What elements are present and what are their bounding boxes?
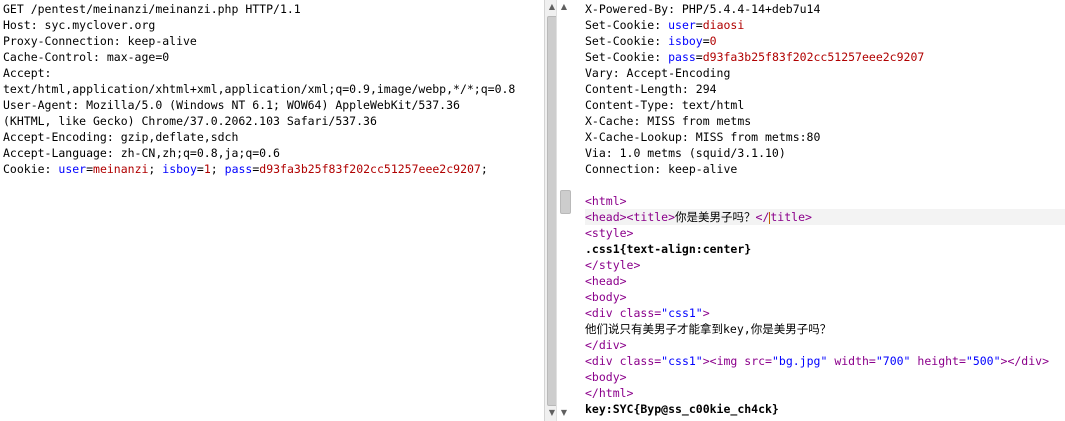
set-cookie-pass: Set-Cookie: pass=d93fa3b25f83f202cc51257… [585, 50, 925, 64]
flag-key-line: key:SYC{Byp@ss_c00kie_ch4ck} [585, 402, 779, 416]
connection-header: Connection: keep-alive [585, 162, 738, 176]
scroll-down-icon[interactable]: ▼ [559, 408, 569, 418]
vary-header: Vary: Accept-Encoding [585, 66, 731, 80]
title-text: 你是美男子吗？ [675, 210, 756, 224]
tag-end: > [702, 354, 710, 368]
set-cookie-label: Set-Cookie: [585, 50, 669, 64]
cookie-key-pass: pass [224, 162, 253, 176]
div-close-tag: </div> [1007, 354, 1049, 368]
div-open-line: <div class="css1"> [585, 305, 1065, 321]
head-open-tag: <head> [585, 210, 627, 224]
content-type-header: Content-Type: text/html [585, 98, 745, 112]
response-pane: X-Powered-By: PHP/5.4.4-14+deb7u14 Set-C… [573, 0, 1065, 421]
cache-control-header: Cache-Control: max-age=0 [3, 50, 170, 64]
height-attribute: height= [917, 354, 966, 368]
response-text: X-Powered-By: PHP/5.4.4-14+deb7u14 Set-C… [585, 1, 1065, 417]
title-close-tag: </ [755, 210, 770, 224]
height-value: "500" [965, 354, 1001, 368]
via-header: Via: 1.0 metms (squid/3.1.10) [585, 146, 786, 160]
cookie-end: ; [480, 162, 488, 176]
proxy-connection-header: Proxy-Connection: keep-alive [3, 34, 197, 48]
cookie-value-user: meinanzi [93, 162, 149, 176]
set-cookie-key: user [668, 18, 696, 32]
width-attribute: width= [834, 354, 876, 368]
set-cookie-user: Set-Cookie: user=diaosi [585, 18, 745, 32]
x-powered-by-header: X-Powered-By: PHP/5.4.4-14+deb7u14 [585, 2, 821, 16]
class-value: "css1" [661, 306, 703, 320]
response-scrollbar[interactable]: ▲ ▼ [556, 0, 573, 421]
set-cookie-label: Set-Cookie: [585, 34, 669, 48]
body-open-tag: <body> [585, 290, 627, 304]
set-cookie-key: isboy [668, 34, 703, 48]
accept-encoding-header: Accept-Encoding: gzip,deflate,sdch [3, 130, 239, 144]
x-cache-header: X-Cache: MISS from metms [585, 114, 752, 128]
set-cookie-label: Set-Cookie: [585, 18, 669, 32]
style-open-tag: <style> [585, 226, 634, 240]
title-open-tag: <title> [626, 210, 676, 224]
div-open-tag: <div [585, 306, 620, 320]
accept-header: Accept: [3, 66, 52, 80]
scroll-up-icon[interactable]: ▲ [559, 2, 569, 12]
body-close-tag: <body> [585, 370, 627, 384]
src-attribute: src= [744, 354, 772, 368]
div-open-tag: <div [585, 354, 620, 368]
img-div-line: <div class="css1"><img src="bg.jpg" widt… [585, 353, 1065, 369]
img-open-tag: <img [709, 354, 745, 368]
head-title-line: <head><title>你是美男子吗？</title> [585, 209, 1065, 225]
style-close-tag: </style> [585, 258, 641, 272]
head-close-tag: <head> [585, 274, 627, 288]
user-agent-header: User-Agent: Mozilla/5.0 (Windows NT 6.1;… [3, 98, 460, 112]
scroll-thumb[interactable] [560, 190, 571, 214]
title-close-tag: title> [770, 210, 812, 224]
set-cookie-value: diaosi [702, 18, 745, 32]
cookie-header: Cookie: user=meinanzi; isboy=1; pass=d93… [3, 162, 488, 176]
class-attribute: class= [619, 306, 662, 320]
content-length-header: Content-Length: 294 [585, 82, 717, 96]
html-close-tag: </html> [585, 386, 634, 400]
set-cookie-isboy: Set-Cookie: isboy=0 [585, 34, 717, 48]
html-open-tag: <html> [585, 194, 627, 208]
class-value: "css1" [661, 354, 703, 368]
width-value: "700" [875, 354, 911, 368]
current-line-highlight: <head><title>你是美男子吗？</title> [585, 209, 1065, 225]
src-value: "bg.jpg" [771, 354, 828, 368]
cookie-label: Cookie: [3, 162, 59, 176]
cookie-value-pass: d93fa3b25f83f202cc51257eee2c9207 [259, 162, 481, 176]
message-text: 他们说只有美男子才能拿到key,你是美男子吗？ [585, 322, 832, 336]
class-attribute: class= [619, 354, 662, 368]
user-agent-continued: (KHTML, like Gecko) Chrome/37.0.2062.103… [3, 114, 377, 128]
css-rule: .css1{text-align:center} [585, 242, 752, 256]
host-header: Host: syc.myclover.org [3, 18, 156, 32]
cookie-sep: ; [210, 162, 225, 176]
cookie-key-user: user [58, 162, 87, 176]
set-cookie-value: 0 [709, 34, 717, 48]
accept-language-header: Accept-Language: zh-CN,zh;q=0.8,ja;q=0.6 [3, 146, 280, 160]
tag-end: > [702, 306, 710, 320]
cookie-sep: ; [148, 162, 163, 176]
set-cookie-value: d93fa3b25f83f202cc51257eee2c9207 [702, 50, 925, 64]
accept-header-value: text/html,application/xhtml+xml,applicat… [3, 82, 516, 96]
request-text: GET /pentest/meinanzi/meinanzi.php HTTP/… [3, 1, 515, 177]
cookie-key-isboy: isboy [162, 162, 197, 176]
x-cache-lookup-header: X-Cache-Lookup: MISS from metms:80 [585, 130, 821, 144]
div-close-tag: </div> [585, 338, 627, 352]
cookie-value-isboy: 1 [203, 162, 211, 176]
request-pane: GET /pentest/meinanzi/meinanzi.php HTTP/… [0, 0, 544, 421]
set-cookie-key: pass [668, 50, 696, 64]
request-line: GET /pentest/meinanzi/meinanzi.php HTTP/… [3, 2, 301, 16]
